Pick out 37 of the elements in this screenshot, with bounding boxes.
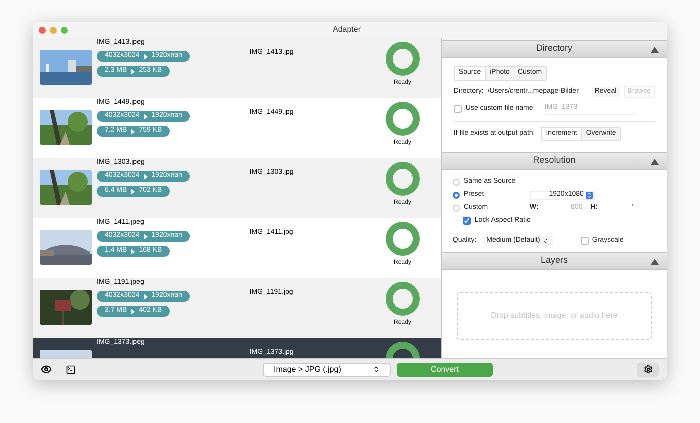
chevron-icon xyxy=(373,366,380,373)
collapse-icon xyxy=(651,159,659,165)
triangle-icon xyxy=(144,234,148,240)
progress-ring-icon xyxy=(386,42,420,76)
triangle-icon xyxy=(144,294,148,300)
radio-button[interactable] xyxy=(452,178,460,186)
radio-button[interactable] xyxy=(452,204,460,212)
section-header[interactable]: Resolution xyxy=(442,152,667,170)
settings-icon xyxy=(644,365,652,374)
settings-button[interactable] xyxy=(637,362,659,376)
triangle-icon xyxy=(144,54,148,60)
window-title: Adapter xyxy=(333,24,362,36)
minimize-button[interactable] xyxy=(50,26,57,34)
triangle-icon xyxy=(144,114,148,120)
triangle-icon xyxy=(131,308,136,314)
triangle-icon xyxy=(131,68,136,74)
progress-ring-icon xyxy=(386,222,420,256)
checkbox[interactable] xyxy=(581,236,590,245)
progress-ring-icon xyxy=(386,162,420,196)
section-header[interactable]: Layers xyxy=(442,252,667,270)
radio-button[interactable] xyxy=(452,192,460,198)
stepper-icon xyxy=(586,192,593,198)
progress-ring-icon xyxy=(386,102,420,136)
progress-ring-icon xyxy=(386,282,420,316)
triangle-icon xyxy=(131,248,136,254)
close-button[interactable] xyxy=(39,26,46,34)
zoom-button[interactable] xyxy=(61,26,68,34)
format-select[interactable]: Image > JPG (.jpg) xyxy=(263,362,391,376)
checkbox[interactable] xyxy=(454,104,462,113)
terminal-icon[interactable] xyxy=(66,364,76,374)
collapse-icon xyxy=(651,47,659,53)
triangle-icon xyxy=(131,128,136,134)
eye-icon[interactable] xyxy=(41,364,52,375)
triangle-icon xyxy=(131,188,136,194)
triangle-icon xyxy=(144,174,148,180)
collapse-icon xyxy=(651,259,659,265)
section-header[interactable]: Directory xyxy=(442,40,667,58)
